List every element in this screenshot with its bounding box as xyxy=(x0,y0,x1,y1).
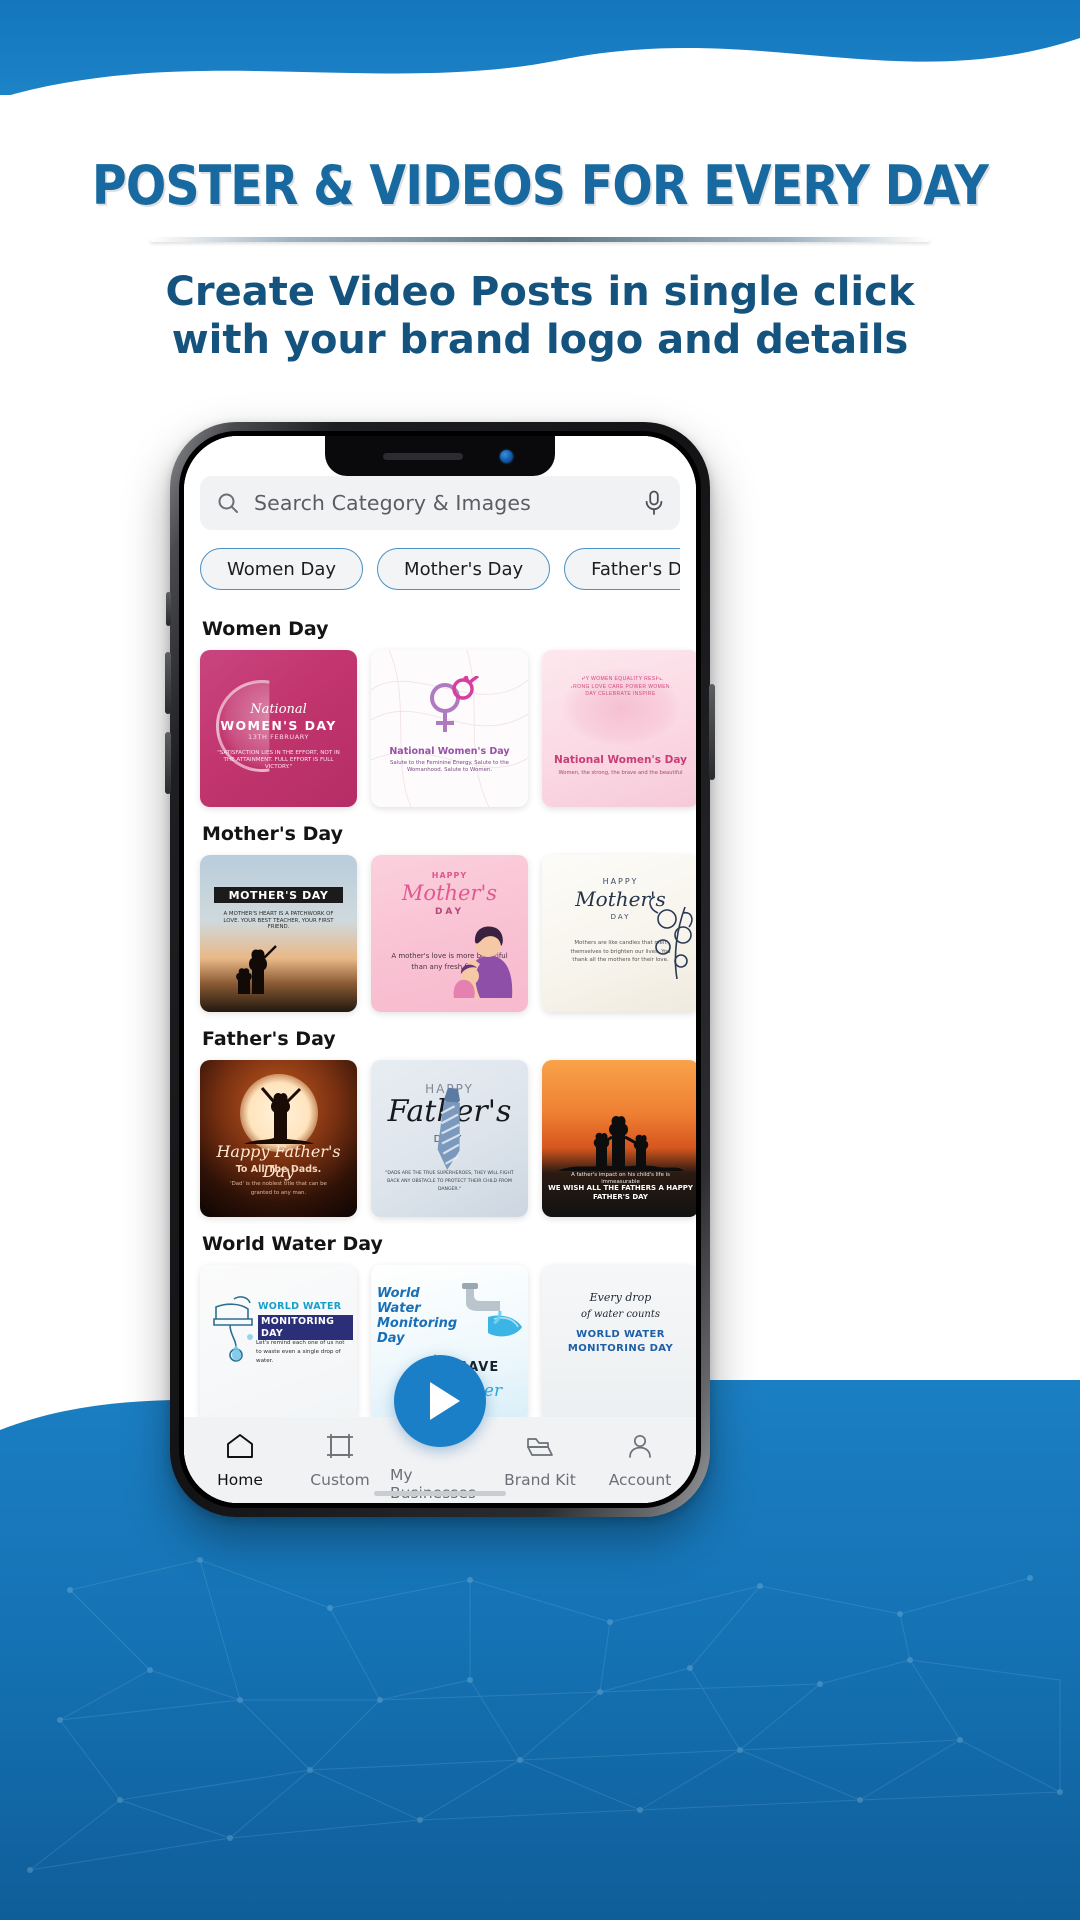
power-button[interactable] xyxy=(709,684,715,780)
front-camera-icon xyxy=(500,450,513,463)
nav-item-brand-kit[interactable]: Brand Kit xyxy=(490,1433,590,1489)
nav-label: My Businesses xyxy=(390,1466,476,1502)
home-indicator xyxy=(374,1491,506,1496)
create-video-fab[interactable] xyxy=(394,1355,486,1447)
search-input[interactable]: Search Category & Images xyxy=(254,491,630,515)
card-line-2: WE WISH ALL THE FATHERS A HAPPY FATHER'S… xyxy=(548,1184,693,1201)
card-line-1: National xyxy=(250,702,307,717)
card-line-2: MONITORING DAY xyxy=(258,1315,353,1341)
section-women-day: Women Day National WOMEN'S DAY 13TH FEBR… xyxy=(200,618,696,807)
template-card-fathers-day-family-silhouette[interactable]: A father's impact on his child's life is… xyxy=(542,1060,696,1217)
promo-subheadline: Create Video Posts in single click with … xyxy=(165,268,915,364)
category-chip-mothers-day[interactable]: Mother's Day xyxy=(377,548,551,590)
card-line-3: Let's remind each one of us not to waste… xyxy=(256,1340,345,1364)
faucet-icon xyxy=(462,1283,522,1337)
card-line-1: HAPPY xyxy=(602,877,639,886)
card-line-2: of water counts xyxy=(581,1309,660,1320)
card-line-4: "SATISFACTION LIES IN THE EFFORT, NOT IN… xyxy=(217,750,340,770)
phone-bezel: Search Category & Images Women Day Mothe… xyxy=(179,431,701,1508)
card-line-3: 13TH FEBRUARY xyxy=(247,733,310,741)
section-fathers-day: Father's Day Happy Father's Day To All T… xyxy=(200,1028,696,1217)
card-line-2: Salute to the Feminine Energy. Salute to… xyxy=(390,760,509,773)
folder-icon xyxy=(526,1433,554,1464)
card-line-2: Mother's xyxy=(401,881,498,905)
nav-label: Brand Kit xyxy=(504,1471,576,1489)
nav-label: Home xyxy=(217,1471,263,1489)
card-row[interactable]: National WOMEN'S DAY 13TH FEBRUARY "SATI… xyxy=(200,650,696,807)
card-line-1: National Women's Day xyxy=(389,746,510,757)
card-line-4: MONITORING DAY xyxy=(567,1343,674,1354)
search-bar[interactable]: Search Category & Images xyxy=(200,476,680,530)
nav-label: Account xyxy=(608,1471,672,1489)
card-line-1: National Women's Day xyxy=(554,754,687,766)
phone-notch xyxy=(325,436,555,476)
template-card-water-monitoring-tap[interactable]: WORLD WATER MONITORING DAY Let's remind … xyxy=(200,1265,357,1422)
template-card-mothers-day-silhouette[interactable]: MOTHER'S DAY A MOTHER'S HEART IS A PATCH… xyxy=(200,855,357,1012)
card-row[interactable]: MOTHER'S DAY A MOTHER'S HEART IS A PATCH… xyxy=(200,855,696,1012)
floral-decoration xyxy=(649,896,693,979)
section-title: Father's Day xyxy=(202,1028,336,1050)
template-card-national-womens-day-wordcloud[interactable]: HAPPY WOMEN EQUALITY RESPECT STRONG LOVE… xyxy=(542,650,696,807)
template-card-mothers-day-cream-floral[interactable]: HAPPY Mother's DAY Mothers are like cand… xyxy=(542,855,696,1012)
card-line-1: MOTHER'S DAY xyxy=(228,889,329,902)
father-child-silhouette xyxy=(243,1087,314,1144)
nav-item-account[interactable]: Account xyxy=(590,1433,690,1489)
chip-label: Women Day xyxy=(227,558,337,580)
card-line-1: WORLD WATER xyxy=(258,1301,342,1312)
mother-child-illustration xyxy=(453,926,513,998)
phone-mockup: Search Category & Images Women Day Mothe… xyxy=(165,422,715,1517)
card-line-2: A MOTHER'S HEART IS A PATCHWORK OF LOVE.… xyxy=(223,911,334,931)
volume-up-button[interactable] xyxy=(165,652,171,714)
phone-frame: Search Category & Images Women Day Mothe… xyxy=(165,422,715,1517)
volume-down-button[interactable] xyxy=(165,732,171,794)
earpiece-speaker xyxy=(383,453,463,460)
word-cloud-graphic: HAPPY WOMEN EQUALITY RESPECT STRONG LOVE… xyxy=(561,668,680,746)
microphone-icon[interactable] xyxy=(644,490,664,516)
family-silhouette xyxy=(558,1115,684,1171)
card-line-4: "DADS ARE THE TRUE SUPERHEROES, THEY WIL… xyxy=(385,1171,514,1192)
section-mothers-day: Mother's Day MOTHER'S DAY A MOTHER'S HEA… xyxy=(200,823,696,1012)
headline-divider xyxy=(150,236,930,242)
crop-frame-icon xyxy=(326,1433,354,1464)
card-line-1: World Water Monitoring Day xyxy=(377,1286,458,1346)
category-chip-women-day[interactable]: Women Day xyxy=(200,548,364,590)
card-row[interactable]: Happy Father's Day To All The Dads. 'Dad… xyxy=(200,1060,696,1217)
card-line-1: HAPPY xyxy=(431,871,468,880)
category-chip-fathers-day[interactable]: Father's Day xyxy=(564,548,680,590)
card-line-3: 'Dad' is the noblest title that can be g… xyxy=(230,1181,327,1196)
promo-headline: POSTER & VIDEOS FOR EVERY DAY xyxy=(91,154,989,217)
card-line-3: WORLD WATER xyxy=(576,1329,665,1340)
template-card-fathers-day-sunset[interactable]: Happy Father's Day To All The Dads. 'Dad… xyxy=(200,1060,357,1217)
template-card-fathers-day-necktie[interactable]: HAPPY Father's DAY xyxy=(371,1060,528,1217)
phone-screen: Search Category & Images Women Day Mothe… xyxy=(184,436,696,1503)
search-icon xyxy=(216,491,240,515)
play-icon xyxy=(430,1382,460,1420)
venus-symbol-icon xyxy=(429,676,479,732)
home-icon xyxy=(226,1433,254,1464)
nav-label: Custom xyxy=(310,1471,370,1489)
card-line-2: To All The Dads. xyxy=(235,1164,322,1175)
app-screen: Search Category & Images Women Day Mothe… xyxy=(184,436,696,1503)
promo-header: POSTER & VIDEOS FOR EVERY DAY Create Vid… xyxy=(0,154,1080,365)
person-icon xyxy=(626,1433,654,1464)
nav-item-custom[interactable]: Custom xyxy=(290,1433,390,1489)
category-chip-row[interactable]: Women Day Mother's Day Father's Day xyxy=(200,530,680,596)
template-card-mothers-day-pink-illustration[interactable]: HAPPY Mother's DAY A mother's love is mo… xyxy=(371,855,528,1012)
section-title: Women Day xyxy=(202,618,329,640)
card-line-2: Women, the strong, the brave and the bea… xyxy=(558,770,683,776)
card-line-1: Every drop xyxy=(589,1291,652,1304)
mother-child-silhouette xyxy=(236,945,277,994)
chip-label: Father's Day xyxy=(591,558,680,580)
chip-label: Mother's Day xyxy=(404,558,524,580)
nav-item-home[interactable]: Home xyxy=(190,1433,290,1489)
section-title: Mother's Day xyxy=(202,823,343,845)
template-card-national-womens-day-pink[interactable]: National WOMEN'S DAY 13TH FEBRUARY "SATI… xyxy=(200,650,357,807)
silent-switch[interactable] xyxy=(166,592,171,626)
template-card-water-monitoring-every-drop[interactable]: Every drop of water counts WORLD WATER M… xyxy=(542,1265,696,1422)
card-line-2: WOMEN'S DAY xyxy=(220,718,337,733)
template-card-national-womens-day-venus[interactable]: National Women's Day Salute to the Femin… xyxy=(371,650,528,807)
section-title: World Water Day xyxy=(202,1233,383,1255)
